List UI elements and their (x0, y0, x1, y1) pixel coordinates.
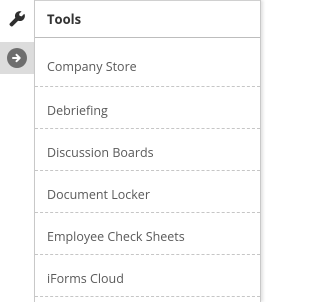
menu-item-company-store[interactable]: Company Store (35, 38, 260, 87)
menu-item-iforms-cloud[interactable]: iForms Cloud (35, 255, 260, 297)
menu-item-debriefing[interactable]: Debriefing (35, 87, 260, 129)
arrow-right-circle-icon (7, 48, 27, 68)
panel-title: Tools (35, 0, 260, 38)
wrench-icon (8, 10, 26, 33)
menu-item-employee-check-sheets[interactable]: Employee Check Sheets (35, 213, 260, 255)
tools-flyout: Tools Company Store Debriefing Discussio… (0, 0, 268, 302)
icon-rail (0, 0, 34, 302)
tools-rail-button[interactable] (0, 3, 34, 39)
tools-panel: Tools Company Store Debriefing Discussio… (34, 0, 261, 302)
menu-item-document-locker[interactable]: Document Locker (35, 171, 260, 213)
menu-item-discussion-boards[interactable]: Discussion Boards (35, 129, 260, 171)
collapse-panel-button[interactable] (0, 42, 34, 74)
tools-menu: Company Store Debriefing Discussion Boar… (35, 38, 260, 297)
